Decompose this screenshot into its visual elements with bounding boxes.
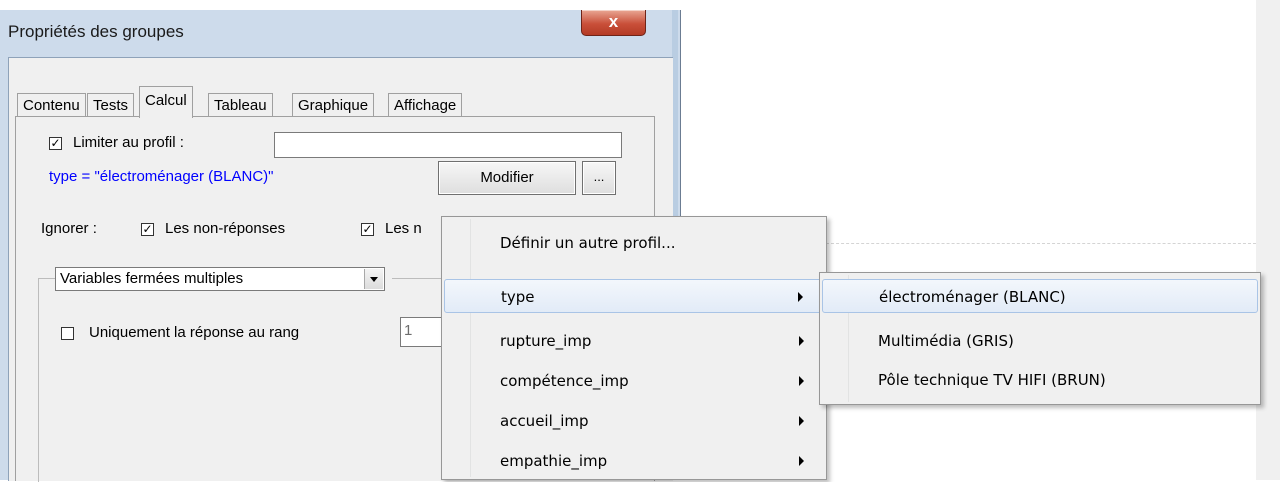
variables-type-value: Variables fermées multiples [60,270,244,287]
submenu-item-label: Pôle technique TV HIFI (BRUN) [878,371,1106,389]
menu-item-type[interactable]: type [444,279,824,313]
profile-context-menu: Définir un autre profil... type rupture_… [441,216,827,480]
ignore-label: Ignorer : [41,220,97,237]
menu-item-label: rupture_imp [500,332,592,350]
chevron-right-icon [799,336,804,346]
limit-profile-input[interactable] [274,132,622,158]
menu-item-label: compétence_imp [500,372,629,390]
chevron-right-icon [799,376,804,386]
menu-item-label: accueil_imp [500,412,589,430]
chevron-right-icon [799,456,804,466]
variables-type-select[interactable]: Variables fermées multiples [55,267,385,291]
chevron-right-icon [798,292,803,302]
tab-tableau[interactable]: Tableau [208,93,273,117]
menu-item-label: Définir un autre profil... [500,234,676,252]
ignore-second-checkbox[interactable]: ✓ [361,223,374,236]
menu-item-empathie-imp[interactable]: empathie_imp [444,444,824,478]
close-icon: x [608,12,619,31]
tab-tests[interactable]: Tests [87,93,135,117]
tab-graphique[interactable]: Graphique [292,93,375,117]
rank-only-label: Uniquement la réponse au rang [89,324,300,341]
checkmark-icon: ✓ [142,222,153,236]
chevron-down-icon[interactable] [364,269,383,289]
groupbox-border [38,278,56,279]
chevron-right-icon [799,416,804,426]
background-panel [1256,0,1280,480]
menu-item-define-profile[interactable]: Définir un autre profil... [444,226,824,260]
tab-contenu[interactable]: Contenu [17,93,86,117]
menu-item-accueil-imp[interactable]: accueil_imp [444,404,824,438]
submenu-item-electromenager[interactable]: électroménager (BLANC) [822,279,1258,313]
close-button[interactable]: x [581,10,646,36]
submenu-item-label: électroménager (BLANC) [879,288,1066,306]
submenu-item-label: Multimédia (GRIS) [878,332,1014,350]
modify-button[interactable]: Modifier [438,161,576,195]
window-title: Propriétés des groupes [8,22,184,41]
checkmark-icon: ✓ [362,222,373,236]
submenu-item-multimedia[interactable]: Multimédia (GRIS) [822,324,1258,358]
title-bar[interactable]: Propriétés des groupes x [0,10,672,56]
tab-calcul[interactable]: Calcul [139,86,193,118]
menu-item-rupture-imp[interactable]: rupture_imp [444,324,824,358]
more-options-button[interactable]: ... [582,161,616,195]
limit-profile-label: Limiter au profil : [73,134,184,151]
type-submenu: électroménager (BLANC) Multimédia (GRIS)… [819,272,1261,405]
menu-item-label: empathie_imp [500,452,608,470]
ignore-second-label: Les n [385,220,422,237]
submenu-item-pole-technique[interactable]: Pôle technique TV HIFI (BRUN) [822,363,1258,397]
profile-expression: type = "électroménager (BLANC)" [49,168,274,185]
ignore-nonresponses-label: Les non-réponses [165,220,286,237]
checkmark-icon: ✓ [50,136,61,150]
menu-item-competence-imp[interactable]: compétence_imp [444,364,824,398]
groupbox-border [38,278,39,482]
limit-profile-checkbox[interactable]: ✓ [49,137,62,150]
background-divider [826,243,1256,244]
ignore-nonresponses-checkbox[interactable]: ✓ [141,223,154,236]
rank-only-checkbox[interactable] [61,327,74,340]
tab-affichage[interactable]: Affichage [388,93,463,117]
menu-item-label: type [501,288,535,306]
